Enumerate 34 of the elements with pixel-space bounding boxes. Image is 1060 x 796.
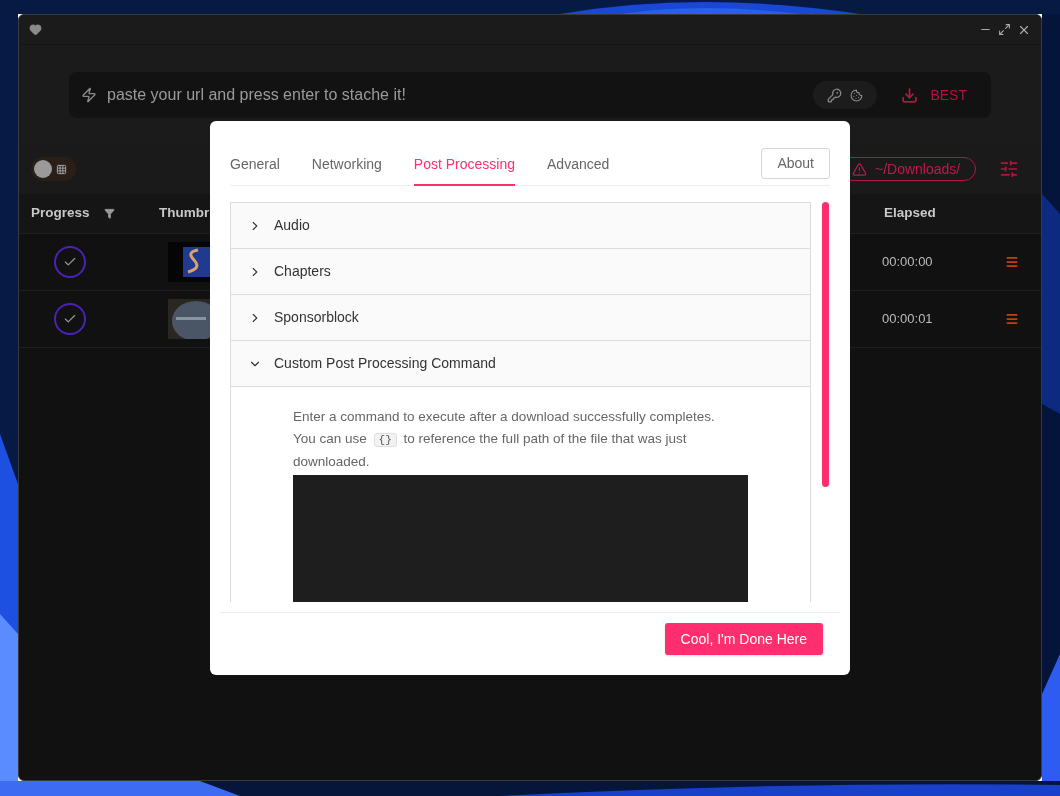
tab[interactable]: General xyxy=(230,148,280,186)
tab[interactable]: Post Processing xyxy=(413,148,515,186)
maximize-icon[interactable] xyxy=(998,23,1011,36)
check-icon xyxy=(63,255,77,269)
download-icon xyxy=(901,86,919,104)
cookie-icon xyxy=(850,88,864,102)
column-header: Progress xyxy=(31,204,90,223)
view-toggle[interactable] xyxy=(31,157,76,181)
column-header: Thumbr xyxy=(159,204,210,223)
code-snippet: {} xyxy=(373,433,397,447)
check-icon xyxy=(63,312,77,326)
elapsed-time: 00:00:01 xyxy=(882,310,934,329)
accordion-header[interactable]: Sponsorblock xyxy=(231,294,810,341)
tab[interactable]: Advanced xyxy=(547,148,610,186)
column-header: Elapsed xyxy=(884,204,936,223)
accordion-header[interactable]: Audio xyxy=(231,202,810,249)
settings-icon[interactable] xyxy=(999,159,1019,179)
menu-icon[interactable] xyxy=(1005,255,1019,269)
grid-icon xyxy=(56,163,67,175)
elapsed-time: 00:00:00 xyxy=(882,253,934,272)
about-button[interactable]: About xyxy=(761,148,830,179)
done-button[interactable]: Cool, I'm Done Here xyxy=(664,623,823,655)
scrollbar-thumb[interactable] xyxy=(822,202,829,487)
menu-icon[interactable] xyxy=(1005,312,1019,326)
command-description: Enter a command to execute after a download successfully completes. You can use {} to reference the full path of the file that was just downloaded. xyxy=(293,408,716,471)
tab[interactable]: Networking xyxy=(311,148,382,186)
accordion-header[interactable]: Custom Post Processing Command xyxy=(231,340,810,387)
lightning-icon xyxy=(81,87,97,103)
key-cookie-button[interactable] xyxy=(813,81,878,109)
key-icon xyxy=(827,87,843,103)
accordion-header[interactable]: Chapters xyxy=(231,248,810,295)
command-field[interactable] xyxy=(293,475,748,602)
filter-icon[interactable] xyxy=(103,208,115,219)
heart-icon[interactable] xyxy=(29,23,42,36)
